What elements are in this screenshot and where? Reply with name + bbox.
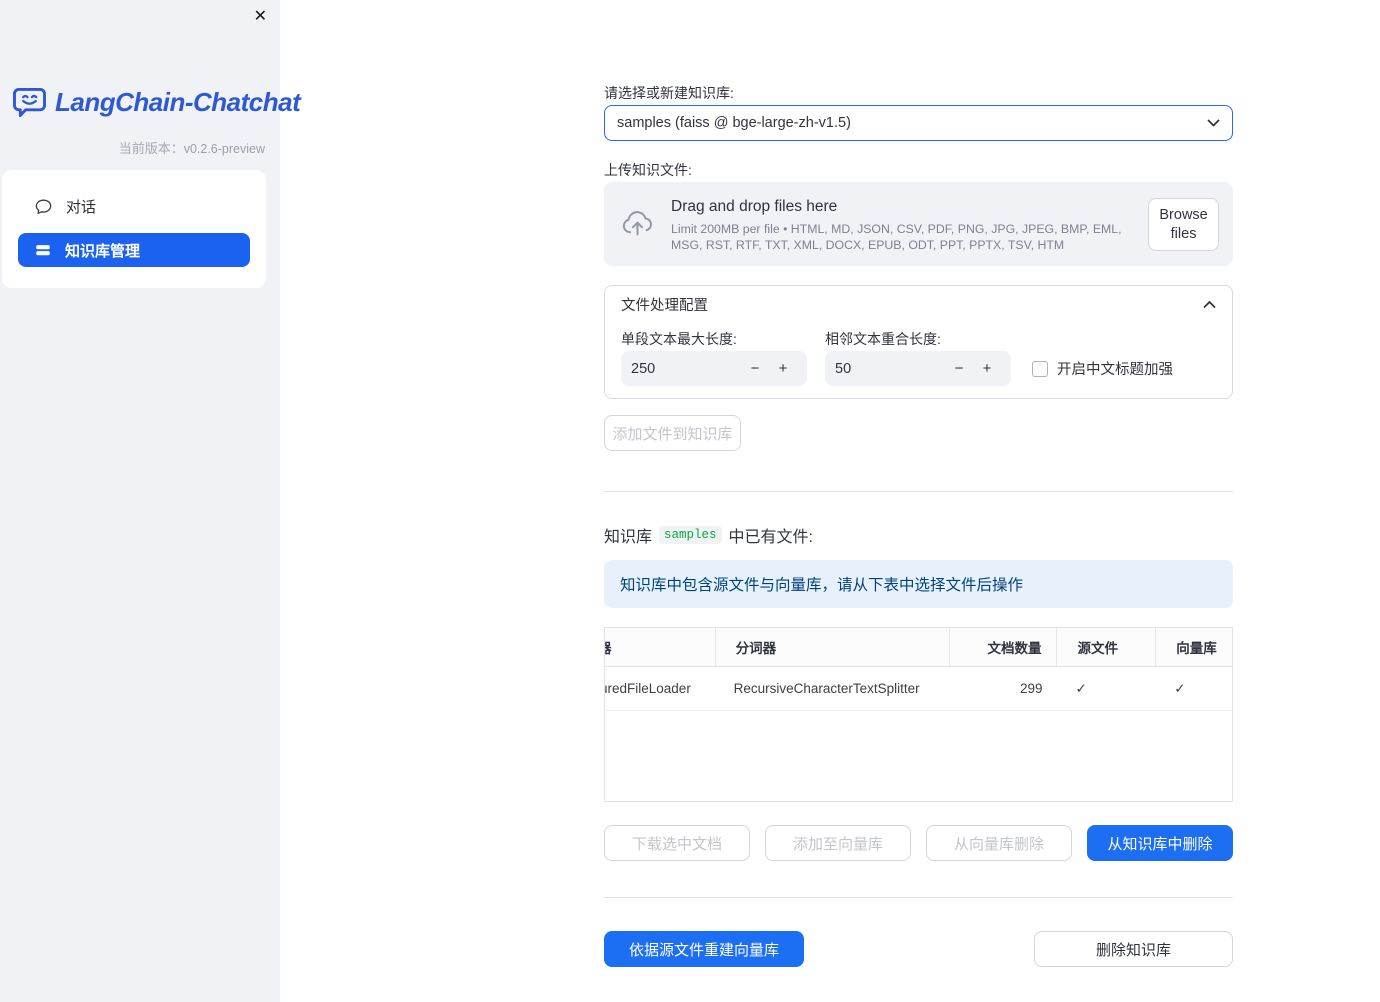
app-logo: LangChain-Chatchat <box>12 87 301 118</box>
dropzone-limit-text: Limit 200MB per file • HTML, MD, JSON, C… <box>671 222 1122 252</box>
delete-from-vector-store-button[interactable]: 从向量库删除 <box>926 825 1072 861</box>
kb-selectbox-value: samples (faiss @ bge-large-zh-v1.5) <box>617 115 851 131</box>
kb-selectbox[interactable]: samples (faiss @ bge-large-zh-v1.5) <box>604 105 1233 141</box>
cloud-upload-icon <box>620 208 655 238</box>
zh-title-enhance-checkbox[interactable]: 开启中文标题加强 <box>1032 358 1173 379</box>
download-selected-button[interactable]: 下载选中文档 <box>604 825 750 861</box>
column-header-vector-store[interactable]: 向量库 <box>1156 628 1232 666</box>
divider <box>604 491 1233 492</box>
file-config-expander-header[interactable]: 文件处理配置 <box>605 286 1232 322</box>
upload-label: 上传知识文件: <box>604 162 692 178</box>
collection-icon <box>34 241 52 259</box>
add-to-vector-store-button[interactable]: 添加至向量库 <box>765 825 911 861</box>
delete-from-kb-button[interactable]: 从知识库中删除 <box>1087 825 1233 861</box>
column-header-loader[interactable]: 器 <box>605 628 716 666</box>
rebuild-vector-store-button[interactable]: 依据源文件重建向量库 <box>604 931 804 967</box>
chunk-size-input[interactable]: 250 − + <box>621 351 807 386</box>
dropzone-instructions: Drag and drop files here Limit 200MB per… <box>671 198 1148 253</box>
sidebar-item-label: 知识库管理 <box>65 242 141 260</box>
table-row[interactable]: uredFileLoader RecursiveCharacterTextSpl… <box>605 667 1232 711</box>
overlap-size-value: 50 <box>835 360 852 377</box>
chunk-size-value: 250 <box>631 360 656 377</box>
kb-files-prefix: 知识库 <box>604 529 653 546</box>
dropzone-title: Drag and drop files here <box>671 198 838 215</box>
file-action-buttons: 下载选中文档 添加至向量库 从向量库删除 从知识库中删除 <box>604 825 1233 861</box>
minus-icon[interactable]: − <box>945 360 973 377</box>
sidebar: ✕ LangChain-Chatchat 当前版本：v0.2.6-preview <box>0 0 301 1002</box>
cell-loader: uredFileLoader <box>605 681 691 696</box>
kb-select-label: 请选择或新建知识库: <box>604 85 734 101</box>
cell-source-file-check: ✓ <box>1075 680 1087 696</box>
browse-files-button[interactable]: Browse files <box>1148 198 1219 251</box>
checkbox-box[interactable] <box>1032 360 1048 377</box>
info-banner: 知识库中包含源文件与向量库，请从下表中选择文件后操作 <box>604 560 1233 608</box>
chevron-down-icon <box>1207 119 1220 128</box>
add-files-to-kb-button[interactable]: 添加文件到知识库 <box>604 415 741 451</box>
cell-vector-store-check: ✓ <box>1174 680 1186 696</box>
chat-bubble-icon <box>34 197 53 216</box>
version-text: 当前版本：v0.2.6-preview <box>119 138 265 157</box>
kb-files-suffix: 中已有文件: <box>728 529 813 546</box>
version-label: 当前版本： <box>118 141 184 156</box>
file-config-title: 文件处理配置 <box>621 297 708 314</box>
version-value: v0.2.6-preview <box>183 142 265 156</box>
sidebar-close-icon[interactable]: ✕ <box>254 7 267 27</box>
app-page: ✕ LangChain-Chatchat 当前版本：v0.2.6-preview <box>0 0 1380 1002</box>
overlap-size-label: 相邻文本重合长度: <box>825 331 941 347</box>
kb-files-heading: 知识库 samples 中已有文件: <box>604 523 813 547</box>
delete-kb-button[interactable]: 删除知识库 <box>1034 931 1233 967</box>
sidebar-item-knowledge-base[interactable]: 知识库管理 <box>18 233 250 267</box>
chunk-size-label: 单段文本最大长度: <box>621 331 737 347</box>
main-content: 请选择或新建知识库: samples (faiss @ bge-large-zh… <box>604 0 1233 1002</box>
plus-icon[interactable]: + <box>973 360 1001 377</box>
chevron-up-icon <box>1203 300 1216 309</box>
divider <box>604 897 1233 898</box>
sidebar-item-label: 对话 <box>66 198 97 216</box>
column-header-doc-count[interactable]: 文档数量 <box>950 628 1058 666</box>
table-header-row: 器 分词器 文档数量 源文件 向量库 <box>605 628 1232 667</box>
file-config-expander: 文件处理配置 单段文本最大长度: 250 − + 相邻文本重合长度: 50 − … <box>604 285 1233 399</box>
overlap-size-input[interactable]: 50 − + <box>825 351 1011 386</box>
column-header-source-file[interactable]: 源文件 <box>1057 628 1157 666</box>
chatchat-logo-icon <box>12 87 47 118</box>
file-dropzone[interactable]: Drag and drop files here Limit 200MB per… <box>604 182 1233 266</box>
kb-name-code: samples <box>659 526 722 544</box>
checkbox-label: 开启中文标题加强 <box>1057 362 1173 378</box>
sidebar-item-chat[interactable]: 对话 <box>2 188 266 224</box>
kb-files-table[interactable]: 器 分词器 文档数量 源文件 向量库 uredFileLoader Recurs… <box>604 627 1233 802</box>
plus-icon[interactable]: + <box>769 360 797 377</box>
column-header-splitter[interactable]: 分词器 <box>716 628 950 666</box>
app-title: LangChain-Chatchat <box>55 87 301 117</box>
cell-doc-count: 299 <box>1019 681 1043 696</box>
sidebar-nav: 对话 知识库管理 <box>2 170 266 288</box>
minus-icon[interactable]: − <box>741 360 769 377</box>
cell-splitter: RecursiveCharacterTextSplitter <box>733 681 920 696</box>
